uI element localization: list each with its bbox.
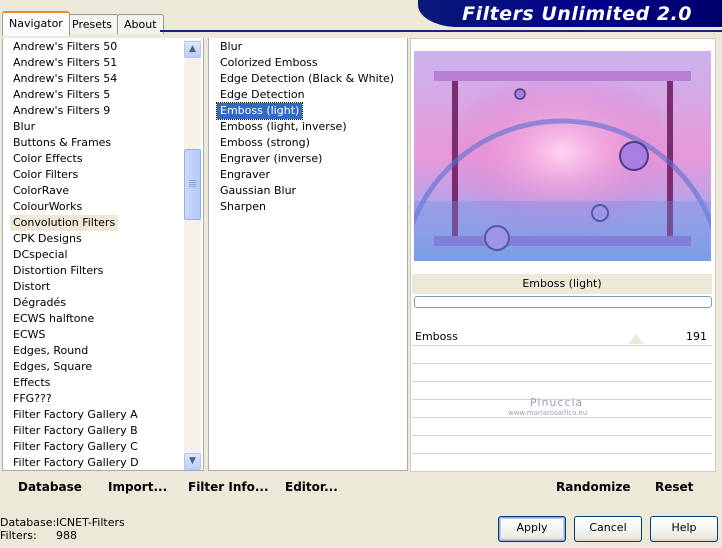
category-item[interactable]: Andrew's Filters 54 [10,71,120,87]
preview-image [414,51,711,261]
scroll-down-button[interactable]: ▼ [184,453,201,470]
category-item[interactable]: Distort [10,279,53,295]
category-item[interactable]: CPK Designs [10,231,85,247]
filter-item[interactable]: Colorized Emboss [217,55,321,71]
slider-pointer-icon[interactable] [628,334,644,344]
category-item[interactable]: Filter Factory Gallery D [10,455,142,471]
category-item[interactable]: Andrew's Filters 5 [10,87,113,103]
category-item[interactable]: Edges, Square [10,359,95,375]
category-item[interactable]: FFG??? [10,391,55,407]
category-item[interactable]: Distortion Filters [10,263,106,279]
status-database-value: ICNET-Filters [56,516,125,529]
category-item[interactable]: Dégradés [10,295,69,311]
category-item[interactable]: ECWS [10,327,49,343]
cancel-button[interactable]: Cancel [574,516,642,542]
category-scrollbar[interactable]: ▲ ▼ [184,40,201,470]
preview-caption: Emboss (light) [412,274,712,294]
tab-presets[interactable]: Presets [65,14,120,34]
category-item[interactable]: Color Effects [10,151,86,167]
category-item[interactable]: ECWS halftone [10,311,97,327]
editor-button[interactable]: Editor... [285,480,338,496]
filter-item[interactable]: Emboss (light, inverse) [217,119,350,135]
filter-item[interactable]: Sharpen [217,199,269,215]
tab-navigator[interactable]: Navigator [2,11,70,36]
scroll-up-button[interactable]: ▲ [184,41,201,58]
category-item[interactable]: Andrew's Filters 51 [10,55,120,71]
filter-item[interactable]: Engraver [217,167,273,183]
filter-info-button[interactable]: Filter Info... [188,480,269,496]
param-value: 191 [686,330,707,343]
category-item[interactable]: Color Filters [10,167,81,183]
status-database-label: Database: [0,516,57,529]
category-item[interactable]: Filter Factory Gallery B [10,423,141,439]
chevron-down-icon: ▼ [189,456,196,466]
filter-list[interactable]: Blur Colorized Emboss Edge Detection (Blac… [208,38,408,471]
param-slider-emboss[interactable]: Emboss 191 [412,328,712,346]
category-item[interactable]: ColorRave [10,183,72,199]
randomize-button[interactable]: Randomize [556,480,630,496]
import-button[interactable]: Import... [108,480,167,496]
param-slider-empty[interactable] [412,418,712,436]
category-item[interactable]: Buttons & Frames [10,135,114,151]
category-item[interactable]: Andrew's Filters 50 [10,39,120,55]
filter-item[interactable]: Emboss (light) [215,102,304,120]
tab-about[interactable]: About [117,14,164,34]
status-filters-value: 988 [56,529,77,542]
status-filters-label: Filters: [0,529,37,542]
category-item[interactable]: Andrew's Filters 9 [10,103,113,119]
filter-item[interactable]: Gaussian Blur [217,183,299,199]
category-item[interactable]: Blur [10,119,38,135]
watermark-name: Pinuccia [530,396,584,409]
banner-underline [160,30,722,32]
banner-title: Filters Unlimited 2.0 [418,0,722,27]
param-slider-empty[interactable] [412,346,712,364]
preview-artwork [414,51,711,261]
filter-item[interactable]: Edge Detection (Black & White) [217,71,397,87]
chevron-up-icon: ▲ [189,44,196,54]
category-item[interactable]: Filter Factory Gallery A [10,407,141,423]
help-button[interactable]: Help [650,516,718,542]
param-name: Emboss [415,330,458,343]
watermark-url: www.mariarosaifico.eu [508,409,588,417]
param-slider-empty[interactable] [412,436,712,454]
filter-item[interactable]: Blur [217,39,245,55]
apply-button[interactable]: Apply [498,516,566,542]
category-item[interactable]: Edges, Round [10,343,91,359]
filter-item[interactable]: Edge Detection [217,87,308,103]
category-item[interactable]: Convolution Filters [10,215,119,231]
category-list[interactable]: Andrew's Filters 50 Andrew's Filters 51 An… [2,38,204,471]
param-slider-empty[interactable] [412,364,712,382]
scroll-thumb[interactable] [184,149,201,220]
param-slider-empty[interactable] [412,454,712,471]
filter-item[interactable]: Emboss (strong) [217,135,313,151]
reset-button[interactable]: Reset [655,480,693,496]
progress-bar [414,296,712,308]
category-item[interactable]: ColourWorks [10,199,85,215]
category-item[interactable]: Filter Factory Gallery C [10,439,141,455]
filter-item[interactable]: Engraver (inverse) [217,151,325,167]
category-item[interactable]: DCspecial [10,247,71,263]
category-item[interactable]: Effects [10,375,53,391]
database-button[interactable]: Database [18,480,82,496]
